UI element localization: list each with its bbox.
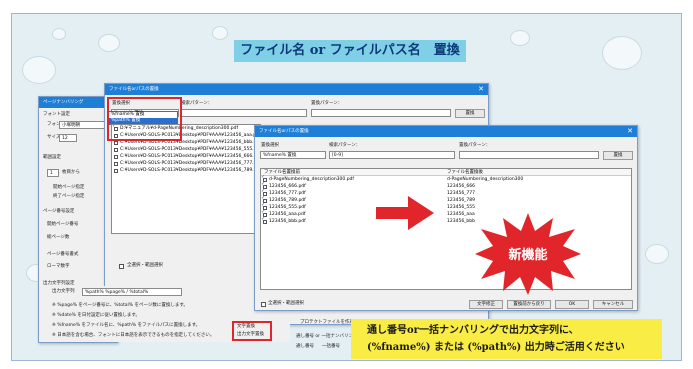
table-row[interactable]: 123456_555.pdf123456_555	[261, 204, 631, 211]
size-input[interactable]: 12	[59, 134, 77, 142]
list-item[interactable]: C:¥Users¥D-SOLS-PC013¥Desktop¥PDF¥AAA¥12…	[112, 146, 260, 153]
checkbox[interactable]	[114, 147, 118, 152]
col-after-header: ファイル名置換後	[447, 170, 483, 175]
checkbox[interactable]	[114, 154, 118, 159]
close-icon[interactable]: ✕	[477, 84, 485, 95]
close-icon[interactable]: ✕	[626, 126, 634, 137]
serial-numbering-label: 通し番号 or 一括ナンバリング	[296, 334, 358, 339]
replace-button[interactable]: 置換	[603, 151, 633, 160]
callout-note: 通し番号or一括ナンバリングで出力文字列に、 (%fname%) または (%p…	[351, 319, 662, 359]
replace-pattern-input[interactable]	[311, 109, 451, 117]
water-drop-decoration	[52, 28, 66, 40]
callout-line-1: 通し番号or一括ナンバリングで出力文字列に、	[367, 325, 579, 336]
note-japanese-font: ※ 日本語を含む場合、フォントに日本語を表示できるものを指定してください。	[52, 333, 215, 338]
replace-pattern-label: 置換パターン：	[459, 143, 491, 148]
select-all-checkbox[interactable]	[261, 302, 266, 307]
search-pattern-input[interactable]	[181, 109, 307, 117]
col-before-header: ファイル名置換前	[264, 170, 300, 175]
water-drop-decoration	[510, 30, 530, 46]
total-pages-label: 総ページ数	[47, 235, 70, 240]
water-drop-decoration	[22, 56, 56, 84]
highlight-dropdown	[107, 97, 182, 141]
water-drop-decoration	[212, 26, 228, 40]
opt-output-string-replace[interactable]: 出力文字置換	[237, 332, 264, 338]
roman-note: ローマ数字	[47, 264, 70, 269]
table-header: ファイル名置換前 ファイル名置換後	[261, 169, 631, 176]
start-page-number-label: 開始ページ番号	[47, 222, 79, 227]
red-arrow-icon	[376, 196, 434, 230]
note-date: ※ %date% を日付設定に従い置換します。	[52, 313, 140, 318]
page-number-format-label: ページ番号書式	[47, 252, 79, 257]
highlight-replace-options: 文字置換 出力文字置換	[232, 321, 272, 341]
table-row[interactable]: d-PageNumbering_description300.pdfd-Page…	[261, 176, 631, 183]
select-all-label: 全選択・範囲選択	[268, 301, 304, 306]
cancel-button[interactable]: キャンセル	[593, 300, 633, 309]
replace-pattern-input[interactable]	[459, 151, 599, 159]
checkbox[interactable]	[114, 161, 118, 166]
callout-line-2: (%fname%) または (%path%) 出力時ご活用ください	[367, 342, 625, 353]
list-item[interactable]: C:¥Users¥D-SOLS-PC013¥Desktop¥PDF¥AAA¥12…	[112, 160, 260, 167]
water-drop-decoration	[645, 244, 669, 264]
dialog-title-text: ファイル名orパスの置換	[259, 129, 309, 134]
select-all-checkbox[interactable]	[119, 264, 124, 269]
new-feature-label: 新機能	[508, 248, 548, 263]
serial-option-1[interactable]: 通し番号	[296, 344, 314, 350]
output-string-input[interactable]: %path% %page% / %total%	[82, 288, 182, 296]
replace-pattern-label: 置換パターン：	[311, 101, 343, 106]
search-pattern-label: 検索パターン：	[181, 101, 213, 106]
font-setting-heading: フォント設定	[43, 112, 70, 117]
dialog-title: ファイル名orパスの置換 ✕	[105, 84, 488, 95]
start-page-input[interactable]: 1	[47, 169, 59, 177]
opt-start-page[interactable]: 開始ページ指定	[53, 185, 84, 191]
checkbox[interactable]	[114, 140, 118, 145]
select-all-label: 全選択・範囲選択	[127, 263, 163, 268]
replace-button[interactable]: 置換	[455, 109, 485, 118]
list-item[interactable]: C:¥Users¥D-SOLS-PC013¥Desktop¥PDF¥AAA¥12…	[112, 167, 260, 174]
opt-string-replace[interactable]: 文字置換	[237, 324, 255, 330]
start-page-suffix: 枚目から	[62, 170, 80, 175]
ok-button[interactable]: OK	[555, 300, 589, 309]
search-pattern-label: 検索パターン：	[329, 143, 361, 148]
replace-select-label: 置換選択	[261, 143, 279, 148]
list-item[interactable]: C:¥Users¥D-SOLS-PC013¥Desktop¥PDF¥AAA¥12…	[112, 153, 260, 160]
restore-button[interactable]: 置換前から戻り	[507, 300, 551, 309]
page-title: ファイル名 or ファイルパス名 置換	[234, 40, 466, 62]
search-pattern-input[interactable]: [0-9]	[329, 151, 455, 159]
dialog-title: ファイル名orパスの置換 ✕	[255, 126, 637, 137]
water-drop-decoration	[602, 36, 642, 70]
checkbox[interactable]	[114, 168, 118, 173]
serial-option-2[interactable]: 一括番号	[322, 344, 340, 350]
checkbox[interactable]	[263, 219, 267, 224]
output-string-label: 出力文字列	[52, 289, 75, 294]
note-fname-path: ※ %fname% をファイル名に、%path% をファイルパスに置換します。	[52, 323, 201, 328]
page-number-setting-heading: ページ番号設定	[43, 209, 75, 214]
water-drop-decoration	[98, 34, 120, 52]
replace-select-combo[interactable]: %fname% 置換	[260, 151, 326, 159]
fix-text-button[interactable]: 文字修正	[469, 300, 503, 309]
table-row[interactable]: 123456_777.pdf123456_777	[261, 190, 631, 197]
table-row[interactable]: 123456_789.pdf123456_789	[261, 197, 631, 204]
table-row[interactable]: 123456_666.pdf123456_666	[261, 183, 631, 190]
range-setting-heading: 範囲設定	[43, 155, 61, 160]
note-page: ※ %page% をページ番号に、%total% をページ数に置換します。	[52, 303, 188, 308]
dialog-title-text: ファイル名orパスの置換	[109, 87, 159, 92]
opt-end-page[interactable]: 終了ページ指定	[53, 194, 84, 200]
